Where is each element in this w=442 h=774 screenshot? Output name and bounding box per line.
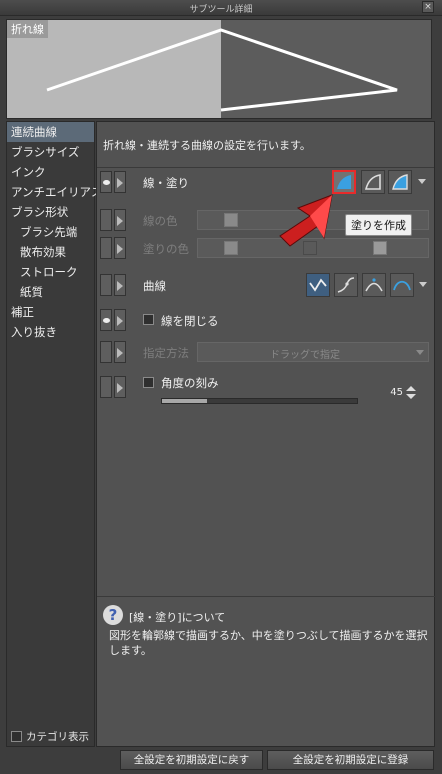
spline-icon (337, 277, 355, 293)
angle-step-checkbox[interactable] (143, 377, 154, 388)
category-display-checkbox[interactable] (11, 731, 22, 742)
category-display-label: カテゴリ表示 (26, 731, 89, 743)
pointer-arrow-icon (279, 194, 333, 247)
panel-description: 折れ線・連続する曲線の設定を行います。 (103, 139, 311, 152)
category-display-toggle[interactable]: カテゴリ表示 (11, 729, 89, 744)
cubic-bezier-button[interactable] (390, 273, 414, 297)
polyline-icon (309, 278, 327, 292)
line-shape-icon (364, 174, 381, 190)
category-item[interactable]: ブラシ形状 (7, 202, 94, 222)
line-fill-label: 線・塗り (143, 176, 189, 190)
quadratic-bezier-button[interactable] (362, 273, 386, 297)
line-fill-dropdown-icon[interactable] (418, 179, 426, 184)
category-item[interactable]: 補正 (7, 302, 94, 322)
category-item[interactable]: ブラシ先端 (7, 222, 94, 242)
category-item[interactable]: インク (7, 162, 94, 182)
footer: 全設定を初期設定に戻す 全設定を初期設定に登録 (0, 748, 442, 774)
angle-step-value[interactable]: 45 (390, 387, 403, 398)
line-fill-shape-button[interactable] (388, 170, 412, 194)
window-title: サブツール詳細 (189, 5, 253, 15)
eye-icon (100, 341, 112, 363)
polyline-curve-button[interactable] (306, 273, 330, 297)
curve-label: 曲線 (143, 279, 166, 293)
category-item[interactable]: 入り抜き (7, 322, 94, 342)
fill-color-swatch-main (224, 241, 238, 255)
spline-curve-button[interactable] (334, 273, 358, 297)
expand-icon (114, 237, 126, 259)
angle-step-label: 角度の刻み (161, 376, 219, 390)
help-icon: ? (103, 605, 123, 625)
row-curve: 曲線 (97, 272, 436, 298)
row-close-line: 線を閉じる (97, 307, 436, 333)
category-item[interactable]: ブラシサイズ (7, 142, 94, 162)
close-button[interactable]: × (422, 1, 434, 13)
line-fill-shape-icon (392, 174, 408, 190)
angle-step-fill (162, 399, 207, 403)
fill-color-label: 塗りの色 (143, 242, 189, 256)
eye-icon[interactable] (100, 274, 112, 296)
expand-icon[interactable] (114, 376, 126, 398)
expand-icon[interactable] (114, 274, 126, 296)
eye-icon[interactable] (100, 309, 112, 331)
close-line-label: 線を閉じる (161, 314, 219, 328)
category-item[interactable]: アンチエイリアス (7, 182, 103, 202)
expand-icon[interactable] (114, 309, 126, 331)
category-list: 連続曲線 ブラシサイズ インク アンチエイリアス ブラシ形状 ブラシ先端 散布効果 ストローク… (6, 121, 103, 747)
spin-up-icon[interactable] (406, 386, 416, 391)
help-title: [線・塗り]について (129, 611, 226, 624)
line-shape-button[interactable] (361, 170, 385, 194)
fill-shape-icon (337, 175, 351, 189)
method-value: ドラッグで指定 (270, 350, 340, 361)
window-titlebar: サブツール詳細 × (0, 0, 442, 16)
eye-icon[interactable] (100, 376, 112, 398)
category-item[interactable]: ストローク (7, 262, 94, 282)
eye-icon (100, 237, 112, 259)
angle-step-slider[interactable] (161, 398, 358, 404)
eye-icon[interactable] (100, 171, 112, 193)
chevron-down-icon (416, 350, 424, 355)
row-angle-step: 角度の刻み 45 (97, 374, 436, 406)
spin-down-icon[interactable] (406, 394, 416, 399)
row-method: 指定方法 ドラッグで指定 (97, 339, 436, 365)
fill-color-swatch-alt (373, 241, 387, 255)
angle-step-spinner[interactable] (406, 386, 416, 400)
category-item[interactable]: 紙質 (7, 282, 94, 302)
method-select: ドラッグで指定 (197, 342, 429, 362)
preview-polyline (46, 28, 398, 112)
curve-dropdown-icon[interactable] (419, 282, 427, 287)
stroke-preview: 折れ線 (6, 19, 432, 119)
category-item[interactable]: 散布効果 (7, 242, 94, 262)
help-section: ? [線・塗り]について 図形を輪郭線で描画するか、中を塗りつぶして描画するかを… (97, 596, 436, 748)
close-line-checkbox[interactable] (143, 314, 154, 325)
divider (97, 167, 434, 168)
line-color-swatch (224, 213, 238, 227)
row-fill-color: 塗りの色 (97, 235, 436, 261)
line-color-label: 線の色 (143, 214, 178, 228)
reset-defaults-button[interactable]: 全設定を初期設定に戻す (120, 750, 263, 770)
eye-icon (100, 209, 112, 231)
register-defaults-button[interactable]: 全設定を初期設定に登録 (267, 750, 434, 770)
expand-icon (114, 209, 126, 231)
help-body: 図形を輪郭線で描画するか、中を塗りつぶして描画するかを選択します。 (109, 629, 428, 657)
method-label: 指定方法 (143, 346, 189, 360)
cubic-bezier-icon (393, 280, 411, 291)
expand-icon (114, 341, 126, 363)
expand-icon[interactable] (114, 171, 126, 193)
category-item[interactable]: 連続曲線 (7, 122, 94, 142)
quadratic-bezier-icon (365, 278, 383, 292)
tooltip: 塗りを作成 (345, 214, 412, 236)
row-line-fill: 線・塗り (97, 169, 436, 195)
